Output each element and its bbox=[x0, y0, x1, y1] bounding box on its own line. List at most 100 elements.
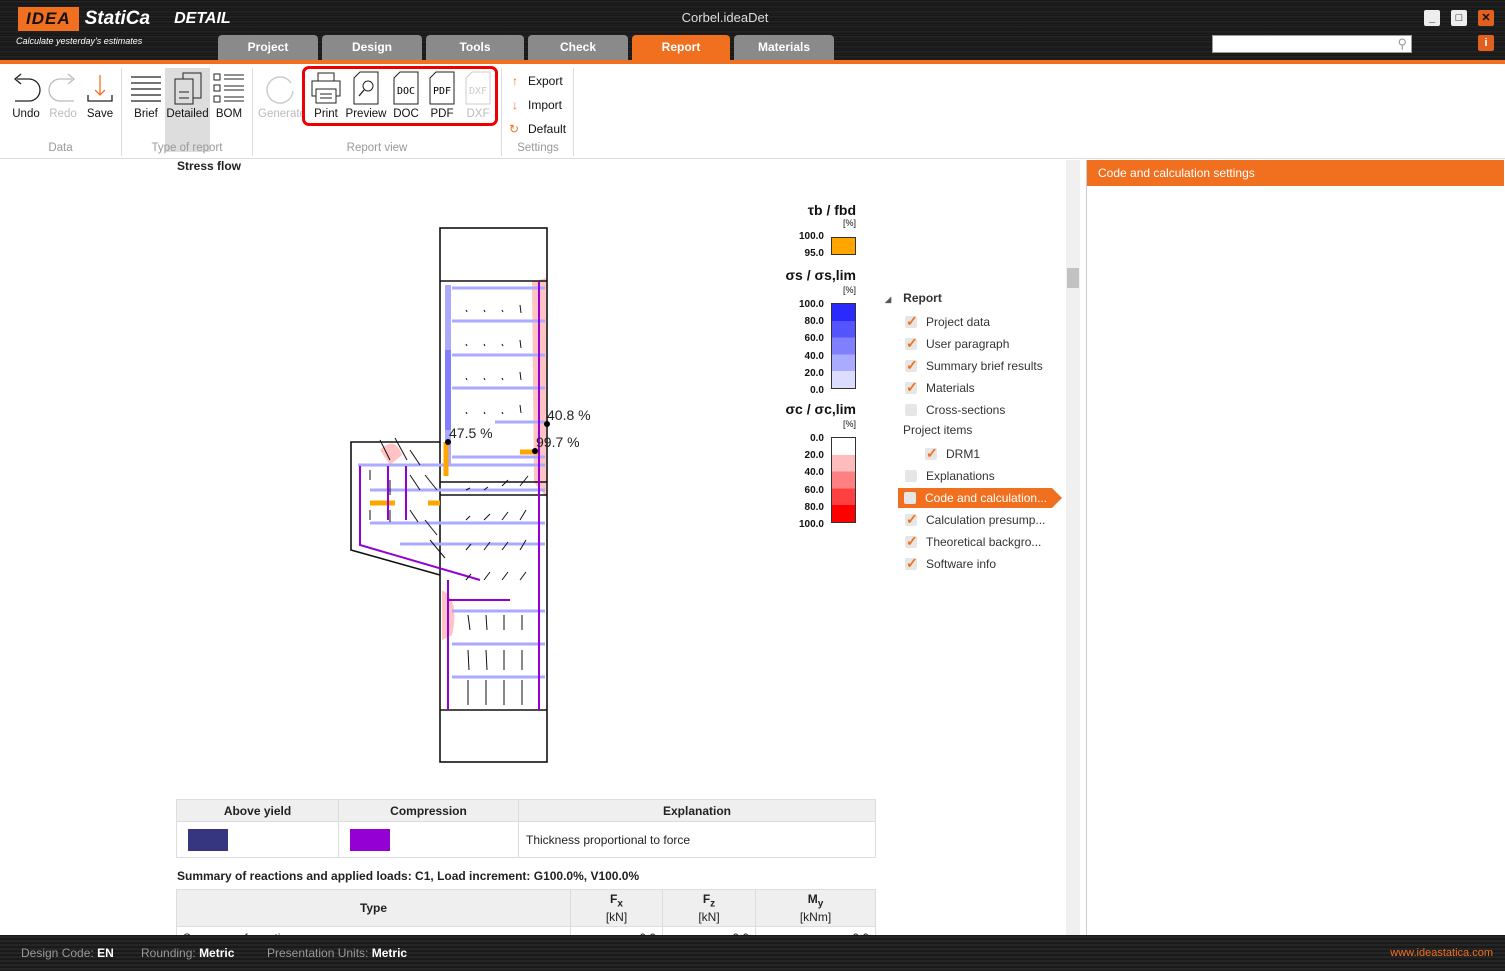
checkbox[interactable] bbox=[905, 311, 918, 331]
svg-text:PDF: PDF bbox=[433, 86, 451, 97]
collapse-icon: ◢ bbox=[885, 295, 892, 304]
tab-tools[interactable]: Tools bbox=[426, 35, 524, 60]
tab-materials[interactable]: Materials bbox=[734, 35, 834, 60]
pdf-button[interactable]: PDF PDF bbox=[426, 68, 458, 120]
dxf-file-icon: DXF bbox=[462, 68, 494, 108]
save-label: Save bbox=[86, 108, 114, 120]
tree-item-code-settings[interactable]: Code and calculation... bbox=[898, 488, 1062, 508]
generate-button[interactable]: Generate bbox=[258, 68, 302, 120]
info-button[interactable]: i bbox=[1478, 35, 1494, 51]
tree-item-cross-sections[interactable]: Cross-sections bbox=[905, 400, 1005, 420]
tree-root-label: Report bbox=[903, 291, 942, 305]
tree-item-label: Summary brief results bbox=[926, 359, 1043, 373]
annotation-47-5: 47.5 % bbox=[449, 425, 493, 441]
status-bar: Design Code: EN Rounding: Metric Present… bbox=[0, 935, 1505, 971]
explanation-text: Thickness proportional to force bbox=[518, 821, 876, 858]
legend-steel: σs / σs,lim [%] 100.0 80.0 60.0 40.0 20.0 0.0 bbox=[770, 267, 856, 397]
import-button[interactable]: ↓ Import bbox=[512, 98, 562, 112]
tree-item-label: Explanations bbox=[926, 469, 995, 483]
logo-statica: StatiCa bbox=[84, 8, 151, 29]
svg-text:DXF: DXF bbox=[469, 86, 487, 97]
legend-title: τb / fbd bbox=[807, 202, 856, 218]
panel-title: Code and calculation settings bbox=[1087, 160, 1504, 186]
save-button[interactable]: Save bbox=[84, 68, 116, 120]
search-input[interactable]: ⚲ bbox=[1212, 35, 1412, 53]
checkbox[interactable] bbox=[925, 443, 938, 463]
doc-button[interactable]: DOC DOC bbox=[390, 68, 422, 120]
minimize-button[interactable]: _ bbox=[1424, 10, 1440, 26]
product-name: DETAIL bbox=[174, 10, 231, 27]
tab-check[interactable]: Check bbox=[528, 35, 628, 60]
arrow-up-icon: ↑ bbox=[512, 74, 518, 88]
tab-design[interactable]: Design bbox=[322, 35, 422, 60]
printer-icon bbox=[308, 68, 344, 108]
tree-item-project-data[interactable]: Project data bbox=[905, 311, 990, 332]
tree-item-label: Software info bbox=[926, 557, 997, 571]
tree-item-user-paragraph[interactable]: User paragraph bbox=[905, 333, 1009, 354]
header-type: Type bbox=[176, 889, 571, 927]
brief-label: Brief bbox=[134, 108, 158, 120]
reset-icon: ↻ bbox=[509, 122, 520, 136]
scrollbar-thumb[interactable] bbox=[1067, 268, 1079, 288]
table-row: Summary of reactions0.00.00.0 bbox=[176, 926, 876, 935]
tree-item-explanations[interactable]: Explanations bbox=[905, 466, 995, 486]
maximize-button[interactable]: □ bbox=[1451, 10, 1467, 26]
tree-item-calculation-presumptions[interactable]: Calculation presump... bbox=[905, 509, 1045, 530]
close-button[interactable]: ✕ bbox=[1478, 10, 1494, 26]
status-value: EN bbox=[97, 946, 114, 960]
checkbox[interactable] bbox=[905, 469, 917, 482]
checkbox[interactable] bbox=[905, 509, 918, 529]
website-link[interactable]: www.ideastatica.com bbox=[1390, 935, 1493, 971]
checkbox[interactable] bbox=[905, 355, 918, 375]
undo-icon bbox=[8, 68, 44, 108]
legend-ticks: 0.0 20.0 40.0 60.0 80.0 100.0 bbox=[799, 430, 824, 533]
above-yield-cell bbox=[176, 821, 339, 858]
brief-button[interactable]: Brief bbox=[129, 68, 163, 120]
brief-icon bbox=[129, 68, 163, 108]
bom-button[interactable]: BOM bbox=[212, 68, 246, 120]
bom-icon bbox=[212, 68, 246, 108]
tree-project-items[interactable]: Project items bbox=[903, 420, 972, 440]
doc-label: DOC bbox=[393, 108, 419, 120]
checkbox[interactable] bbox=[905, 553, 918, 573]
status-design-code: Design Code: EN bbox=[21, 935, 114, 971]
search-icon: ⚲ bbox=[1397, 36, 1407, 51]
tree-item-label: DRM1 bbox=[946, 447, 981, 461]
redo-label: Redo bbox=[49, 108, 77, 120]
tree-item-materials[interactable]: Materials bbox=[905, 377, 975, 398]
save-icon bbox=[84, 68, 116, 108]
tab-report[interactable]: Report bbox=[632, 35, 730, 60]
section-title: Stress flow bbox=[177, 160, 242, 173]
tree-item-software-info[interactable]: Software info bbox=[905, 553, 997, 574]
annotation-99-7: 99.7 % bbox=[536, 434, 580, 450]
default-button[interactable]: ↻ Default bbox=[509, 122, 566, 136]
undo-button[interactable]: Undo bbox=[8, 68, 44, 120]
tree-item-summary[interactable]: Summary brief results bbox=[905, 355, 1043, 376]
redo-button[interactable]: Redo bbox=[46, 68, 80, 120]
legend-tick: 100.0 bbox=[798, 299, 824, 310]
tree-root[interactable]: ◢ Report bbox=[885, 288, 942, 308]
preview-button[interactable]: Preview bbox=[344, 68, 388, 120]
legend-tick: 0.0 bbox=[810, 433, 824, 444]
tree-item-drm1[interactable]: DRM1 bbox=[925, 443, 981, 464]
detailed-button[interactable]: Detailed bbox=[165, 68, 210, 152]
dxf-button[interactable]: DXF DXF bbox=[462, 68, 494, 120]
header-unit: [kNm] bbox=[799, 909, 832, 924]
checkbox[interactable] bbox=[905, 377, 918, 397]
legend-tick: 100.0 bbox=[798, 519, 824, 531]
title-bar: IDEA StatiCa DETAIL Calculate yesterday'… bbox=[0, 0, 1505, 61]
tab-project[interactable]: Project bbox=[218, 35, 318, 60]
checkbox[interactable] bbox=[905, 531, 918, 551]
export-button[interactable]: ↑ Export bbox=[512, 74, 563, 88]
tree-item-theoretical-background[interactable]: Theoretical backgro... bbox=[905, 531, 1041, 552]
header-above-yield: Above yield bbox=[176, 799, 339, 822]
checkbox[interactable] bbox=[905, 403, 917, 416]
print-button[interactable]: Print bbox=[308, 68, 344, 120]
import-label: Import bbox=[528, 98, 563, 112]
detailed-icon bbox=[165, 68, 210, 108]
legend-tick: 0.0 bbox=[810, 385, 824, 397]
arrow-down-icon: ↓ bbox=[512, 98, 518, 112]
checkbox[interactable] bbox=[905, 333, 918, 353]
header-sub: z bbox=[710, 898, 716, 910]
checkbox[interactable] bbox=[904, 491, 916, 504]
